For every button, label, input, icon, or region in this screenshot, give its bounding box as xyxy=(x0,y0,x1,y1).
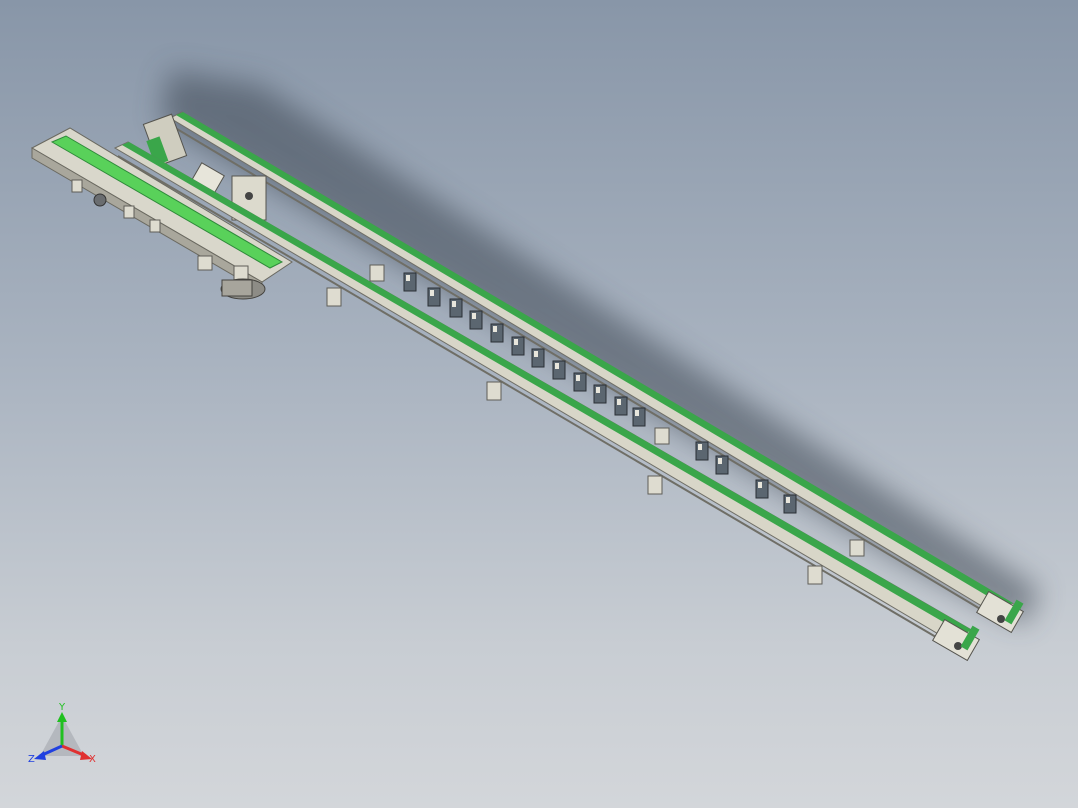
y-axis-arrow-icon xyxy=(57,712,67,722)
feeder-roller xyxy=(93,193,107,207)
z-axis-arrow-icon xyxy=(34,751,46,760)
rear-conveyor-frame xyxy=(168,111,1016,621)
middle-conveyor[interactable] xyxy=(113,141,981,662)
feeder-drive-motor[interactable] xyxy=(220,278,266,300)
middle-conveyor-rail xyxy=(117,155,959,651)
rear-conveyor-rail xyxy=(171,125,1003,623)
axis-triad[interactable]: Y X Z xyxy=(28,702,96,765)
middle-conveyor-frame xyxy=(113,141,976,649)
model-viewport[interactable]: Y X Z xyxy=(0,0,1078,808)
middle-conveyor-belt xyxy=(122,142,972,634)
y-axis-label: Y xyxy=(58,702,66,713)
rear-conveyor-belt xyxy=(176,112,1013,607)
z-axis-label: Z xyxy=(28,754,35,765)
x-axis-label: X xyxy=(89,754,96,765)
